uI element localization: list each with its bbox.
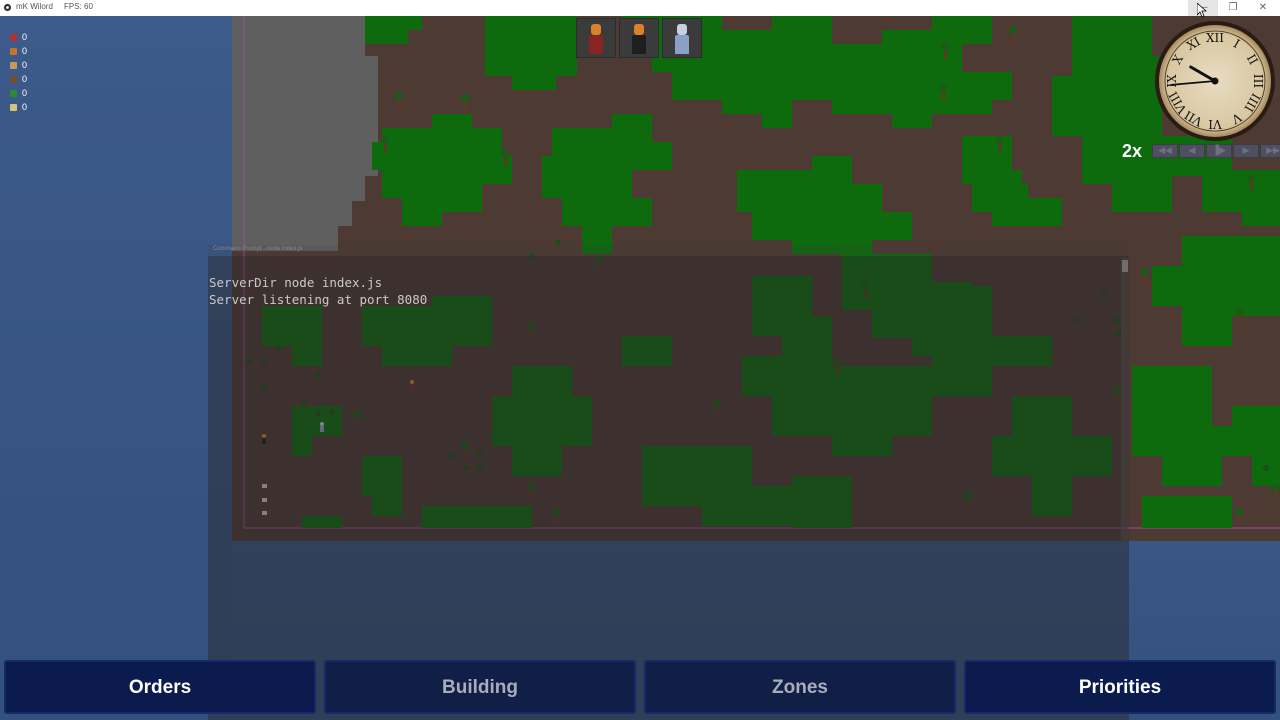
green-resource-icon bbox=[10, 89, 17, 97]
zones-button-label: Zones bbox=[772, 677, 828, 698]
colonist-head-icon bbox=[634, 24, 644, 35]
clock-numeral: VI bbox=[1208, 117, 1223, 131]
resource-row: 0 bbox=[10, 100, 27, 114]
colonist-head-icon bbox=[677, 24, 687, 35]
clock-icon: XII IIIIIIIIIIVVIVIIVIIIIXXXI bbox=[1155, 21, 1275, 141]
clock-numeral: III bbox=[1251, 74, 1265, 88]
resource-count: 0 bbox=[22, 74, 28, 84]
resource-count: 0 bbox=[22, 60, 28, 70]
resource-count: 0 bbox=[22, 46, 28, 56]
console-scrollbar-thumb[interactable] bbox=[1122, 260, 1128, 272]
close-button[interactable]: ✕ bbox=[1248, 0, 1278, 16]
orders-button-label: Orders bbox=[128, 677, 192, 698]
rewind-fast-button[interactable]: ◀◀ bbox=[1152, 144, 1178, 158]
resource-count: 0 bbox=[22, 102, 28, 112]
console-line: Server listening at port 8080 bbox=[209, 292, 428, 307]
window-title: mK Wilord bbox=[16, 2, 53, 11]
colonist-body-icon bbox=[675, 35, 689, 54]
background-panel bbox=[0, 16, 232, 720]
fast-forward-button[interactable]: ▶▶ bbox=[1260, 144, 1280, 158]
colonist-body-icon bbox=[632, 35, 646, 54]
resource-count: 0 bbox=[22, 88, 28, 98]
resource-row: 0 bbox=[10, 86, 27, 100]
fps-counter: FPS: 60 bbox=[64, 2, 93, 11]
colonist-body-icon bbox=[589, 35, 603, 54]
zones-button[interactable]: Zones bbox=[644, 660, 956, 714]
colonist-portrait[interactable] bbox=[619, 18, 659, 58]
resource-list: 0 0 0 0 0 0 bbox=[10, 30, 27, 114]
priorities-button[interactable]: Priorities bbox=[964, 660, 1276, 714]
game-speed-label: 2x bbox=[1122, 141, 1143, 161]
app-icon bbox=[3, 3, 12, 12]
priorities-button-label: Priorities bbox=[1078, 677, 1162, 698]
pale-resource-icon bbox=[10, 103, 17, 111]
mouse-cursor-icon bbox=[1197, 3, 1207, 18]
play-button[interactable]: ▶ bbox=[1233, 144, 1259, 158]
console-titlebar: Command Prompt - node index.js bbox=[208, 245, 1129, 256]
resource-row: 0 bbox=[10, 72, 27, 86]
brown-resource-icon bbox=[10, 75, 17, 83]
pause-play-button[interactable]: ▐▶ bbox=[1206, 144, 1232, 158]
console-window[interactable] bbox=[208, 256, 1129, 720]
colonist-bar bbox=[576, 18, 702, 58]
console-scrollbar[interactable] bbox=[1121, 258, 1129, 541]
orders-button[interactable]: Orders bbox=[4, 660, 316, 714]
console-output: ServerDir node index.js Server listening … bbox=[209, 274, 427, 308]
maximize-button[interactable]: ❐ bbox=[1218, 0, 1248, 16]
resource-row: 0 bbox=[10, 44, 27, 58]
colonist-portrait[interactable] bbox=[576, 18, 616, 58]
resource-row: 0 bbox=[10, 58, 27, 72]
window-title-bar: mK Wilord FPS: 60 — ❐ ✕ bbox=[0, 0, 1280, 17]
building-button[interactable]: Building bbox=[324, 660, 636, 714]
resource-count: 0 bbox=[22, 32, 28, 42]
clock-numeral: XII bbox=[1206, 31, 1224, 45]
rewind-button[interactable]: ◀ bbox=[1179, 144, 1205, 158]
colonist-head-icon bbox=[591, 24, 601, 35]
console-line: ServerDir node index.js bbox=[209, 275, 383, 290]
console-title: Command Prompt - node index.js bbox=[213, 246, 303, 252]
red-resource-icon bbox=[10, 33, 17, 41]
speed-controls: ◀◀ ◀ ▐▶ ▶ ▶▶ bbox=[1152, 144, 1280, 158]
resource-row: 0 bbox=[10, 30, 27, 44]
colonist-portrait[interactable] bbox=[662, 18, 702, 58]
building-button-label: Building bbox=[442, 677, 518, 698]
stone-area bbox=[232, 16, 378, 251]
orange-resource-icon bbox=[10, 47, 17, 55]
tan-resource-icon bbox=[10, 61, 17, 69]
